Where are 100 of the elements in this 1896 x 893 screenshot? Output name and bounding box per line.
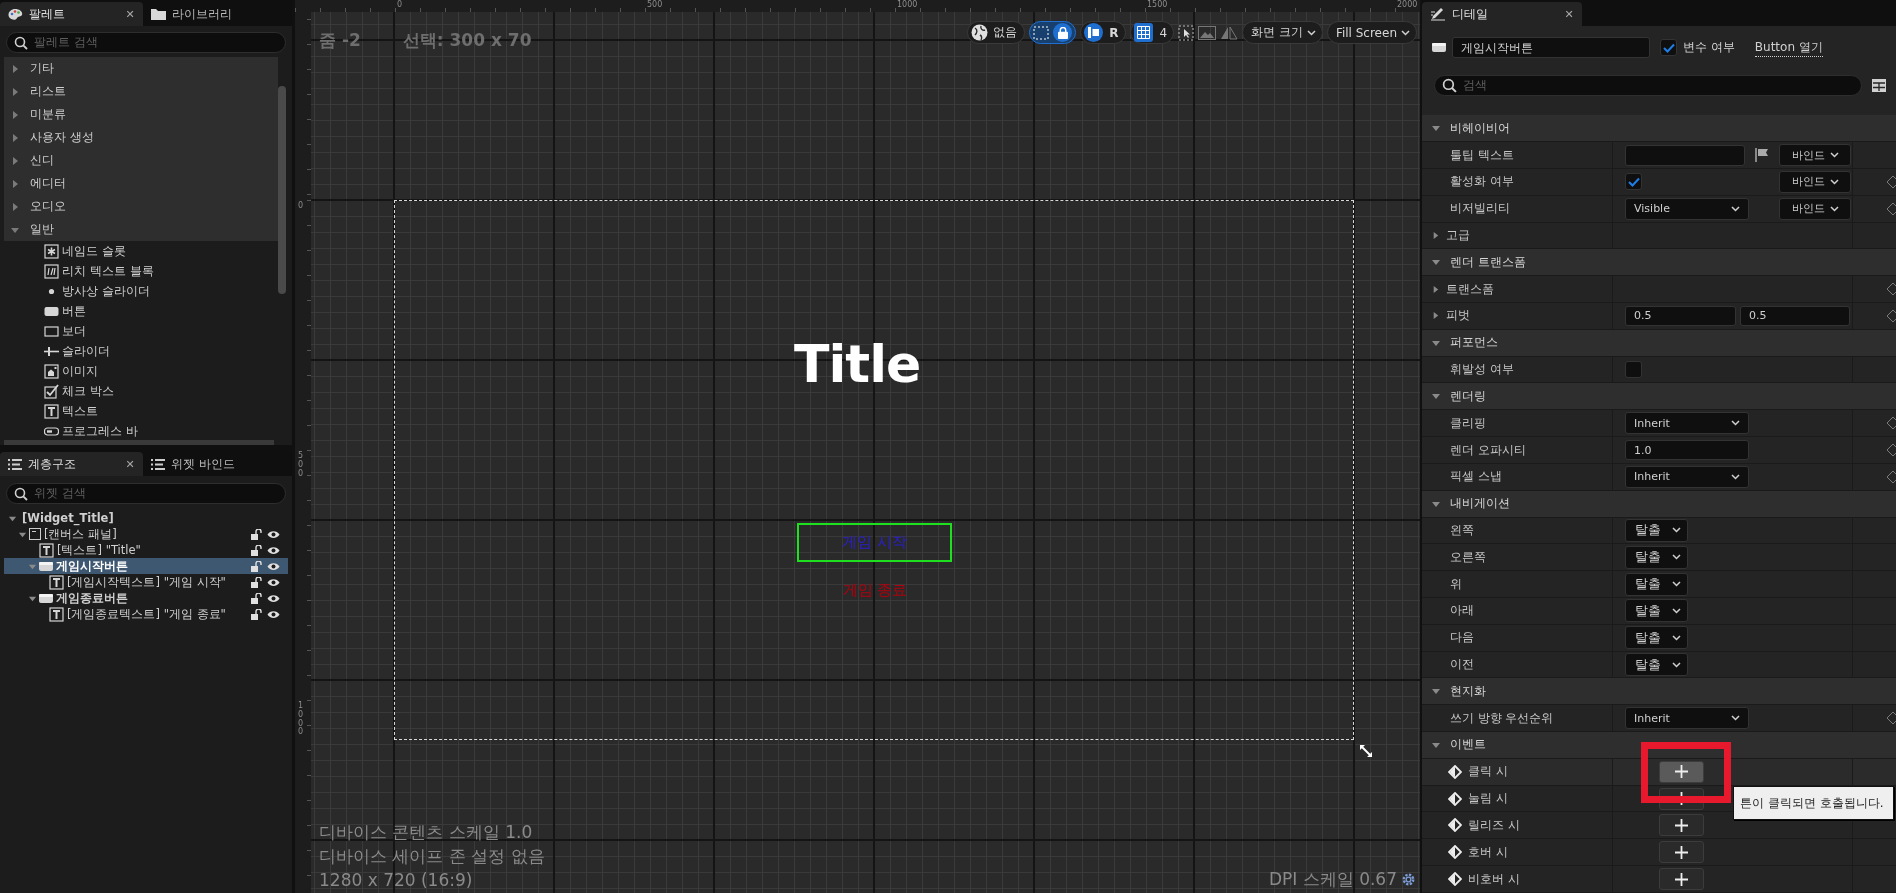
bind-dropdown[interactable]: 바인드 [1779, 170, 1851, 193]
expand-caret-icon[interactable] [10, 201, 20, 212]
diamond-icon[interactable] [1886, 443, 1896, 457]
section-header[interactable]: 현지화 [1422, 678, 1896, 706]
eye-icon[interactable] [267, 577, 280, 587]
select-field[interactable]: 탈출 [1625, 518, 1688, 542]
palette-item[interactable]: 이미지 [0, 361, 292, 381]
category-item[interactable]: 미분류 [4, 103, 278, 126]
diamond-icon[interactable] [1886, 282, 1896, 297]
mirror-icon[interactable] [1220, 25, 1239, 40]
open-class-link[interactable]: Button 열기 [1754, 38, 1823, 57]
number-field[interactable]: 1.0 [1625, 440, 1749, 460]
tree-item[interactable]: 게임종료버튼 [4, 590, 288, 606]
category-item[interactable]: 신디 [4, 149, 278, 172]
expand-caret-icon[interactable] [10, 178, 20, 189]
tree-item[interactable]: 게임시작버튼 [4, 558, 288, 574]
outline-toggle[interactable] [1029, 21, 1077, 44]
section-header[interactable]: 퍼포먼스 [1422, 329, 1896, 357]
diamond-icon[interactable] [1886, 711, 1896, 726]
category-item[interactable]: 일반 [4, 218, 278, 241]
expand-caret-icon[interactable] [10, 109, 20, 120]
add-event-button[interactable] [1659, 760, 1704, 783]
select-field[interactable]: Visible [1625, 197, 1749, 220]
category-item[interactable]: 사용자 생성 [4, 126, 278, 149]
dropdown[interactable]: 화면 크기 [1242, 21, 1323, 44]
select-field[interactable]: 탈출 [1625, 545, 1688, 569]
diamond-icon[interactable] [1886, 201, 1896, 216]
respect-lock-toggle[interactable]: R [1080, 21, 1127, 44]
category-item[interactable]: 에디터 [4, 172, 278, 195]
expand-caret-icon[interactable] [1431, 311, 1440, 321]
scrollbar-thumb[interactable] [278, 86, 286, 294]
section-header[interactable]: 비헤이비어 [1422, 115, 1896, 143]
close-icon[interactable]: ✕ [125, 9, 135, 19]
table-icon[interactable] [1872, 79, 1886, 93]
bind-dropdown[interactable]: 바인드 [1779, 197, 1851, 220]
close-icon[interactable]: ✕ [125, 459, 135, 469]
culture-selector[interactable]: 없음 [967, 21, 1026, 44]
palette-item[interactable]: 방사상 슬라이더 [0, 281, 292, 301]
add-event-button[interactable] [1659, 814, 1704, 837]
section-header[interactable]: 렌더링 [1422, 383, 1896, 411]
lock-icon[interactable] [251, 576, 262, 588]
category-item[interactable]: 기타 [4, 57, 278, 80]
diamond-icon[interactable] [1886, 174, 1896, 189]
tree-item[interactable]: [Widget_Title] [4, 510, 288, 526]
name-field[interactable]: 게임시작버튼 [1452, 37, 1650, 59]
lock-icon[interactable] [251, 528, 262, 540]
tree-item[interactable]: [게임시작텍스트] "게임 시작" [4, 574, 288, 590]
palette-item[interactable]: 체크 박스 [0, 381, 292, 401]
panel-tab[interactable]: 팔레트 ✕ [0, 2, 143, 26]
lock-icon[interactable] [251, 608, 262, 620]
palette-item[interactable]: 프로그레스 바 [0, 421, 292, 441]
panel-tab[interactable]: 디테일 ✕ [1422, 2, 1582, 26]
cursor-select-icon[interactable] [1178, 24, 1195, 41]
section-header[interactable]: 렌더 트랜스폼 [1422, 249, 1896, 277]
eye-icon[interactable] [267, 593, 280, 603]
eye-icon[interactable] [267, 561, 280, 571]
number-field[interactable]: 0.5 [1625, 305, 1736, 326]
diamond-icon[interactable] [1886, 469, 1896, 484]
bind-dropdown[interactable]: 바인드 [1779, 144, 1851, 167]
text-field[interactable] [1625, 144, 1745, 166]
close-icon[interactable]: ✕ [1564, 9, 1574, 19]
design-canvas[interactable]: Title 게임 시작 게임 종료 줌 -2 선택: 300 x 70 없음 R 4 화면 크기 Fill Screen 디바이스 콘텐츠 스케일 1.0 디바이스 세이프 존 설정 없음 1280 x 720 (16:9) DPI 스케일 0.67 [311, 12, 1420, 893]
palette-item[interactable]: 리치 텍스트 블록 [0, 261, 292, 281]
select-field[interactable]: Inherit [1625, 412, 1749, 435]
tree-item[interactable]: [캔버스 패널] [4, 526, 288, 542]
palette-item[interactable]: 슬라이더 [0, 341, 292, 361]
resize-icon[interactable] [1359, 744, 1373, 758]
lock-icon[interactable] [251, 560, 262, 572]
category-item[interactable]: 오디오 [4, 195, 278, 218]
section-header[interactable]: 내비게이션 [1422, 490, 1896, 518]
expand-caret-icon[interactable] [1431, 231, 1440, 240]
palette-item[interactable]: 텍스트 [0, 401, 292, 421]
grid-snap-toggle[interactable]: 4 [1130, 21, 1175, 44]
lock-icon[interactable] [251, 544, 262, 556]
flag-icon[interactable] [1755, 148, 1769, 163]
add-event-button[interactable] [1659, 841, 1704, 864]
eye-icon[interactable] [267, 529, 280, 539]
diamond-icon[interactable] [1886, 416, 1896, 431]
diamond-icon[interactable] [1886, 308, 1896, 323]
tree-item[interactable]: [게임종료텍스트] "게임 종료" [4, 606, 288, 622]
add-event-button[interactable] [1659, 868, 1704, 890]
panel-tab[interactable]: 라이브러리 [143, 2, 283, 26]
eye-icon[interactable] [267, 545, 280, 555]
number-field[interactable]: 0.5 [1740, 305, 1850, 326]
select-field[interactable]: Inherit [1625, 707, 1749, 730]
panel-tab[interactable]: 계층구조 ✕ [0, 452, 143, 476]
checkbox[interactable] [1625, 173, 1642, 191]
select-field[interactable]: 탈출 [1625, 572, 1688, 596]
expand-caret-icon[interactable] [1431, 284, 1440, 294]
checkbox[interactable] [1625, 361, 1642, 379]
palette-item[interactable]: 보더 [0, 321, 292, 341]
scrollbar-track[interactable] [4, 440, 274, 445]
palette-item[interactable]: 네임드 슬롯 [0, 241, 292, 261]
settings-icon[interactable] [1401, 872, 1416, 887]
expand-caret-icon[interactable] [10, 155, 20, 166]
section-header[interactable]: 이벤트 [1422, 732, 1896, 759]
select-field[interactable]: 탈출 [1625, 653, 1688, 676]
panel-tab[interactable]: 위젯 바인드 [143, 452, 283, 476]
select-field[interactable]: 탈출 [1625, 626, 1688, 650]
checkbox[interactable] [1660, 39, 1677, 57]
